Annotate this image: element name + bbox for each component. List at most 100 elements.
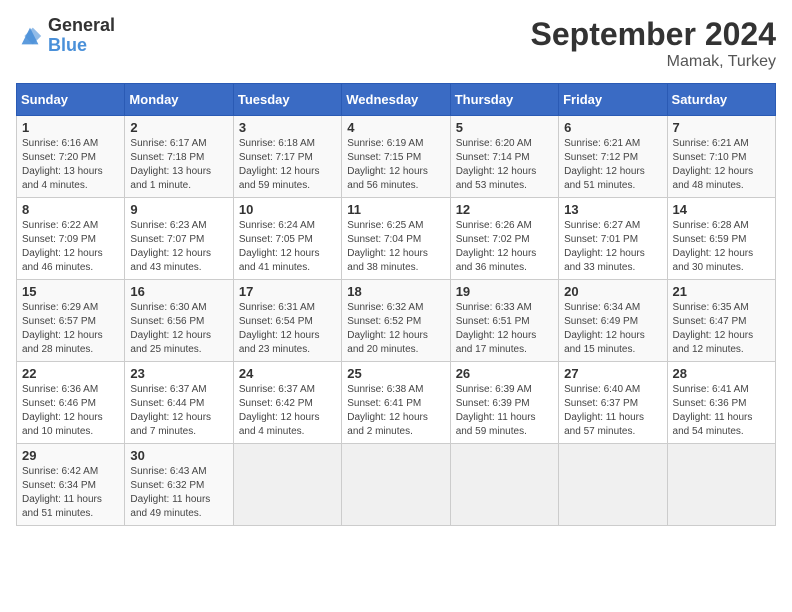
day-info: Sunrise: 6:24 AM Sunset: 7:05 PM Dayligh… xyxy=(239,219,336,275)
table-row: 16 Sunrise: 6:30 AM Sunset: 6:56 PM Dayl… xyxy=(125,280,233,362)
day-info: Sunrise: 6:21 AM Sunset: 7:10 PM Dayligh… xyxy=(673,137,770,193)
day-number: 8 xyxy=(22,202,119,217)
day-info: Sunrise: 6:32 AM Sunset: 6:52 PM Dayligh… xyxy=(347,301,444,357)
day-number: 29 xyxy=(22,448,119,463)
page-header: General Blue September 2024 Mamak, Turke… xyxy=(16,16,776,71)
table-row: 22 Sunrise: 6:36 AM Sunset: 6:46 PM Dayl… xyxy=(17,362,125,444)
day-info: Sunrise: 6:34 AM Sunset: 6:49 PM Dayligh… xyxy=(564,301,661,357)
day-number: 1 xyxy=(22,120,119,135)
table-row: 28 Sunrise: 6:41 AM Sunset: 6:36 PM Dayl… xyxy=(667,362,775,444)
day-number: 26 xyxy=(456,366,553,381)
logo-blue: Blue xyxy=(48,36,115,56)
table-row: 8 Sunrise: 6:22 AM Sunset: 7:09 PM Dayli… xyxy=(17,198,125,280)
table-row: 1 Sunrise: 6:16 AM Sunset: 7:20 PM Dayli… xyxy=(17,116,125,198)
day-info: Sunrise: 6:18 AM Sunset: 7:17 PM Dayligh… xyxy=(239,137,336,193)
day-number: 25 xyxy=(347,366,444,381)
table-row: 6 Sunrise: 6:21 AM Sunset: 7:12 PM Dayli… xyxy=(559,116,667,198)
table-row: 14 Sunrise: 6:28 AM Sunset: 6:59 PM Dayl… xyxy=(667,198,775,280)
day-info: Sunrise: 6:26 AM Sunset: 7:02 PM Dayligh… xyxy=(456,219,553,275)
empty-cell xyxy=(342,444,450,526)
table-row: 20 Sunrise: 6:34 AM Sunset: 6:49 PM Dayl… xyxy=(559,280,667,362)
calendar-header-row: Sunday Monday Tuesday Wednesday Thursday… xyxy=(17,84,776,116)
table-row: 26 Sunrise: 6:39 AM Sunset: 6:39 PM Dayl… xyxy=(450,362,558,444)
day-number: 17 xyxy=(239,284,336,299)
day-info: Sunrise: 6:35 AM Sunset: 6:47 PM Dayligh… xyxy=(673,301,770,357)
calendar-row: 29 Sunrise: 6:42 AM Sunset: 6:34 PM Dayl… xyxy=(17,444,776,526)
location: Mamak, Turkey xyxy=(531,53,776,71)
table-row: 15 Sunrise: 6:29 AM Sunset: 6:57 PM Dayl… xyxy=(17,280,125,362)
day-info: Sunrise: 6:36 AM Sunset: 6:46 PM Dayligh… xyxy=(22,383,119,439)
table-row: 30 Sunrise: 6:43 AM Sunset: 6:32 PM Dayl… xyxy=(125,444,233,526)
day-number: 21 xyxy=(673,284,770,299)
day-number: 13 xyxy=(564,202,661,217)
calendar-row: 22 Sunrise: 6:36 AM Sunset: 6:46 PM Dayl… xyxy=(17,362,776,444)
header-sunday: Sunday xyxy=(17,84,125,116)
day-info: Sunrise: 6:41 AM Sunset: 6:36 PM Dayligh… xyxy=(673,383,770,439)
day-number: 5 xyxy=(456,120,553,135)
day-number: 4 xyxy=(347,120,444,135)
day-number: 30 xyxy=(130,448,227,463)
title-section: September 2024 Mamak, Turkey xyxy=(531,16,776,71)
header-friday: Friday xyxy=(559,84,667,116)
day-info: Sunrise: 6:23 AM Sunset: 7:07 PM Dayligh… xyxy=(130,219,227,275)
day-number: 10 xyxy=(239,202,336,217)
table-row: 27 Sunrise: 6:40 AM Sunset: 6:37 PM Dayl… xyxy=(559,362,667,444)
day-number: 27 xyxy=(564,366,661,381)
table-row: 24 Sunrise: 6:37 AM Sunset: 6:42 PM Dayl… xyxy=(233,362,341,444)
day-number: 28 xyxy=(673,366,770,381)
day-info: Sunrise: 6:29 AM Sunset: 6:57 PM Dayligh… xyxy=(22,301,119,357)
table-row: 19 Sunrise: 6:33 AM Sunset: 6:51 PM Dayl… xyxy=(450,280,558,362)
table-row: 2 Sunrise: 6:17 AM Sunset: 7:18 PM Dayli… xyxy=(125,116,233,198)
table-row: 25 Sunrise: 6:38 AM Sunset: 6:41 PM Dayl… xyxy=(342,362,450,444)
logo-icon xyxy=(16,22,44,50)
table-row: 18 Sunrise: 6:32 AM Sunset: 6:52 PM Dayl… xyxy=(342,280,450,362)
day-info: Sunrise: 6:39 AM Sunset: 6:39 PM Dayligh… xyxy=(456,383,553,439)
table-row: 17 Sunrise: 6:31 AM Sunset: 6:54 PM Dayl… xyxy=(233,280,341,362)
table-row: 21 Sunrise: 6:35 AM Sunset: 6:47 PM Dayl… xyxy=(667,280,775,362)
header-thursday: Thursday xyxy=(450,84,558,116)
day-info: Sunrise: 6:33 AM Sunset: 6:51 PM Dayligh… xyxy=(456,301,553,357)
day-info: Sunrise: 6:28 AM Sunset: 6:59 PM Dayligh… xyxy=(673,219,770,275)
table-row: 7 Sunrise: 6:21 AM Sunset: 7:10 PM Dayli… xyxy=(667,116,775,198)
logo: General Blue xyxy=(16,16,115,56)
calendar-table: Sunday Monday Tuesday Wednesday Thursday… xyxy=(16,83,776,526)
day-number: 14 xyxy=(673,202,770,217)
day-info: Sunrise: 6:42 AM Sunset: 6:34 PM Dayligh… xyxy=(22,465,119,521)
table-row: 4 Sunrise: 6:19 AM Sunset: 7:15 PM Dayli… xyxy=(342,116,450,198)
day-info: Sunrise: 6:40 AM Sunset: 6:37 PM Dayligh… xyxy=(564,383,661,439)
table-row: 29 Sunrise: 6:42 AM Sunset: 6:34 PM Dayl… xyxy=(17,444,125,526)
day-number: 7 xyxy=(673,120,770,135)
day-info: Sunrise: 6:17 AM Sunset: 7:18 PM Dayligh… xyxy=(130,137,227,193)
empty-cell xyxy=(559,444,667,526)
logo-general: General xyxy=(48,16,115,36)
day-info: Sunrise: 6:43 AM Sunset: 6:32 PM Dayligh… xyxy=(130,465,227,521)
day-number: 19 xyxy=(456,284,553,299)
calendar-row: 15 Sunrise: 6:29 AM Sunset: 6:57 PM Dayl… xyxy=(17,280,776,362)
table-row: 5 Sunrise: 6:20 AM Sunset: 7:14 PM Dayli… xyxy=(450,116,558,198)
table-row: 23 Sunrise: 6:37 AM Sunset: 6:44 PM Dayl… xyxy=(125,362,233,444)
day-info: Sunrise: 6:37 AM Sunset: 6:42 PM Dayligh… xyxy=(239,383,336,439)
table-row: 12 Sunrise: 6:26 AM Sunset: 7:02 PM Dayl… xyxy=(450,198,558,280)
empty-cell xyxy=(667,444,775,526)
header-saturday: Saturday xyxy=(667,84,775,116)
month-title: September 2024 xyxy=(531,16,776,53)
calendar-row: 8 Sunrise: 6:22 AM Sunset: 7:09 PM Dayli… xyxy=(17,198,776,280)
table-row: 13 Sunrise: 6:27 AM Sunset: 7:01 PM Dayl… xyxy=(559,198,667,280)
day-number: 22 xyxy=(22,366,119,381)
table-row: 9 Sunrise: 6:23 AM Sunset: 7:07 PM Dayli… xyxy=(125,198,233,280)
table-row: 3 Sunrise: 6:18 AM Sunset: 7:17 PM Dayli… xyxy=(233,116,341,198)
empty-cell xyxy=(233,444,341,526)
day-number: 16 xyxy=(130,284,227,299)
table-row: 11 Sunrise: 6:25 AM Sunset: 7:04 PM Dayl… xyxy=(342,198,450,280)
day-info: Sunrise: 6:30 AM Sunset: 6:56 PM Dayligh… xyxy=(130,301,227,357)
day-number: 3 xyxy=(239,120,336,135)
header-monday: Monday xyxy=(125,84,233,116)
day-number: 15 xyxy=(22,284,119,299)
day-info: Sunrise: 6:37 AM Sunset: 6:44 PM Dayligh… xyxy=(130,383,227,439)
day-info: Sunrise: 6:22 AM Sunset: 7:09 PM Dayligh… xyxy=(22,219,119,275)
day-number: 20 xyxy=(564,284,661,299)
day-info: Sunrise: 6:16 AM Sunset: 7:20 PM Dayligh… xyxy=(22,137,119,193)
header-wednesday: Wednesday xyxy=(342,84,450,116)
day-number: 6 xyxy=(564,120,661,135)
day-info: Sunrise: 6:19 AM Sunset: 7:15 PM Dayligh… xyxy=(347,137,444,193)
